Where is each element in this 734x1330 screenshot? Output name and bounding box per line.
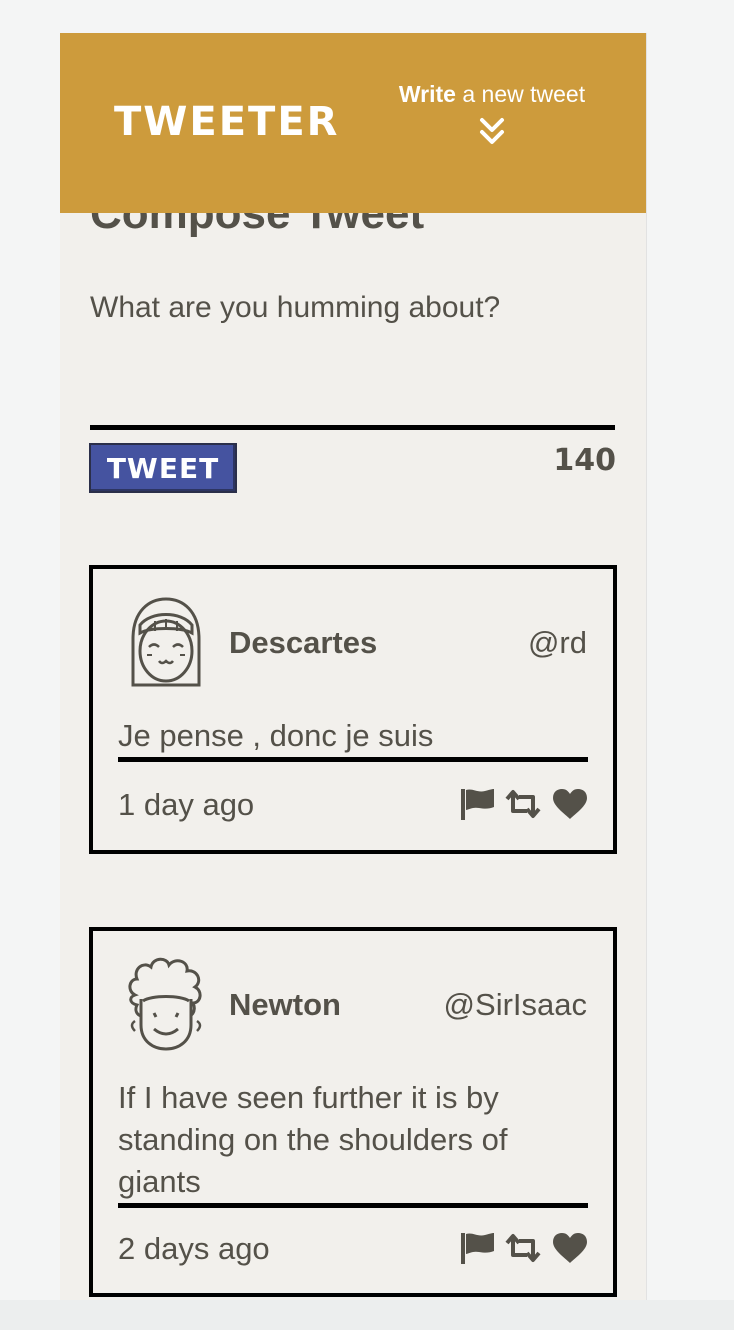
double-chevron-down-icon [480, 118, 504, 144]
write-strong-text: Write [398, 81, 456, 107]
flag-icon[interactable] [459, 1231, 495, 1265]
flag-icon[interactable] [459, 787, 495, 821]
page-container: TWEETER Write a new tweet Compose Tweet … [60, 33, 647, 1300]
write-new-tweet-label: Write a new tweet [378, 81, 606, 108]
tweet-author-handle: @rd [527, 625, 587, 660]
tweet-timestamp: 1 day ago [118, 787, 255, 822]
tweet-actions [459, 787, 589, 821]
tweet-content: Je pense , donc je suis [118, 715, 588, 762]
girl-avatar-icon [131, 597, 201, 687]
tweet-author-name: Newton [229, 987, 341, 1022]
window-bottom-edge [0, 1300, 734, 1330]
tweet-author-handle: @SirIsaac [443, 987, 587, 1022]
tweet-content: If I have seen further it is by standing… [118, 1077, 588, 1208]
character-counter: 140 [553, 443, 616, 478]
tweet-card: Descartes @rd Je pense , donc je suis 1 … [89, 565, 617, 854]
retweet-icon[interactable] [503, 789, 543, 819]
curly-hair-avatar-icon [128, 957, 202, 1051]
write-rest-text: a new tweet [455, 81, 586, 107]
tweet-actions [459, 1231, 589, 1265]
top-navbar: TWEETER Write a new tweet [60, 33, 646, 213]
tweet-card: Newton @SirIsaac If I have seen further … [89, 927, 617, 1297]
brand-logo: TWEETER [114, 99, 340, 145]
write-new-tweet-toggle[interactable]: Write a new tweet [378, 81, 606, 148]
retweet-icon[interactable] [503, 1233, 543, 1263]
tweet-text-input[interactable] [90, 291, 615, 430]
tweet-author-name: Descartes [229, 625, 378, 660]
tweet-submit-button[interactable]: TWEET [89, 443, 237, 493]
heart-icon[interactable] [551, 1232, 589, 1264]
tweet-timestamp: 2 days ago [118, 1231, 270, 1266]
heart-icon[interactable] [551, 788, 589, 820]
